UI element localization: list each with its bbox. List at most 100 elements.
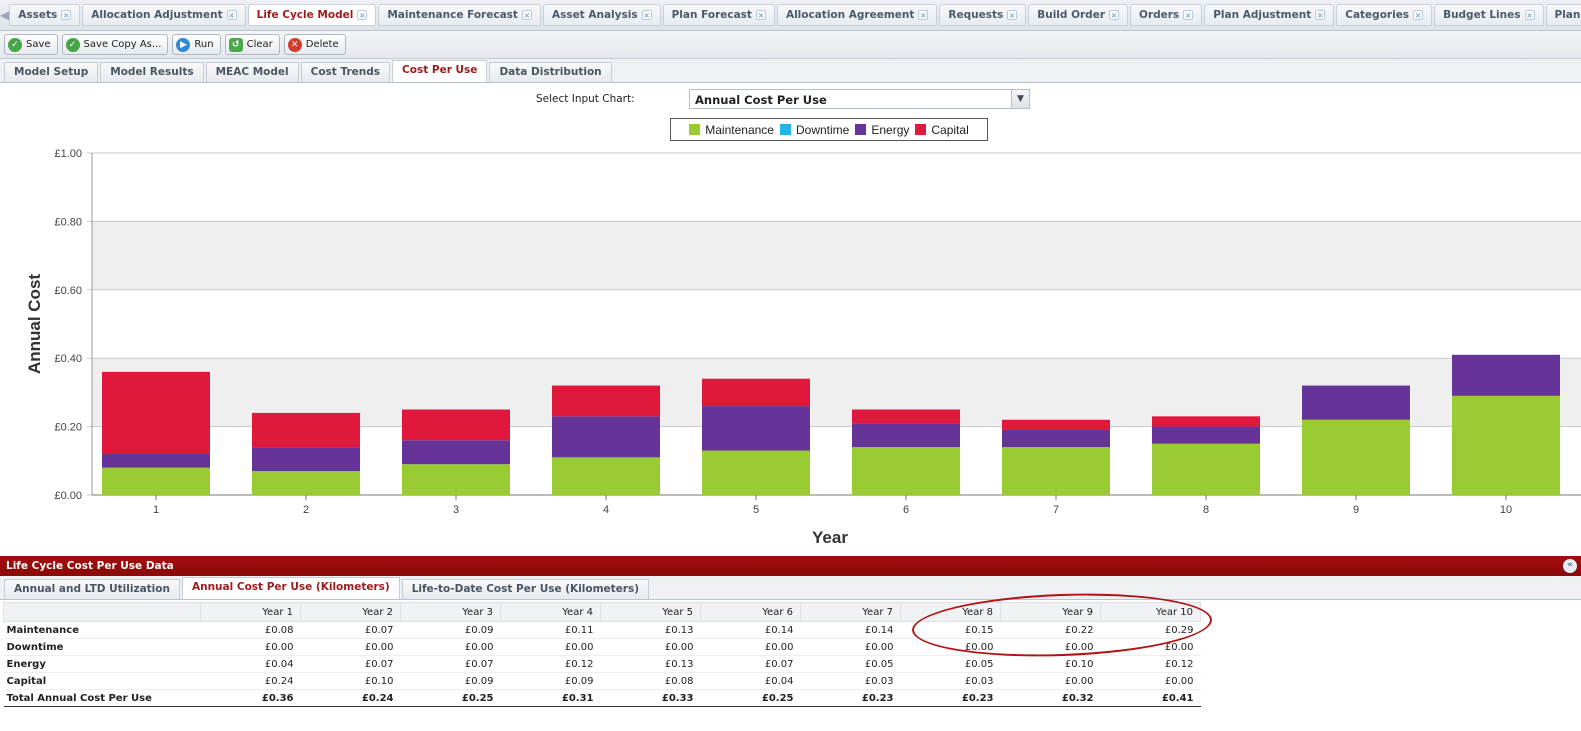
tab-requests[interactable]: Requests × [939, 4, 1027, 26]
clear-label: Clear [246, 39, 273, 50]
tab-allocation-agreement[interactable]: Allocation Agreement × [776, 4, 938, 26]
tab-plan-manager[interactable]: Plan Manager× [1545, 4, 1581, 26]
tab-plan-adjustment[interactable]: Plan Adjustment × [1204, 4, 1335, 26]
close-icon[interactable]: × [1524, 10, 1535, 20]
close-icon[interactable]: × [357, 10, 368, 20]
bar-maintenance [102, 467, 210, 495]
close-icon[interactable]: × [1007, 10, 1018, 20]
panel-tab-life-to-date-cost-per-use-kilometers[interactable]: Life-to-Date Cost Per Use (Kilometers) [401, 579, 650, 599]
close-icon[interactable]: × [918, 10, 929, 20]
x-tick-label: 1 [153, 504, 159, 516]
legend-swatch-energy [855, 124, 867, 135]
x-tick-label: 2 [303, 504, 309, 516]
table-cell: £0.00 [1100, 638, 1201, 656]
bar-energy [402, 440, 510, 465]
close-icon[interactable]: × [1413, 10, 1424, 20]
collapse-icon[interactable]: « [1563, 559, 1577, 573]
close-icon[interactable]: × [1315, 10, 1326, 20]
tab-data-distribution[interactable]: Data Distribution [489, 62, 612, 82]
close-icon[interactable]: × [1109, 10, 1120, 20]
table-cell: £0.00 [400, 638, 501, 656]
row-label: Maintenance [3, 621, 201, 639]
legend-label-capital: Capital [931, 122, 969, 137]
delete-icon: ✕ [287, 37, 302, 52]
table-cell: £0.12 [500, 655, 601, 673]
delete-button[interactable]: ✕ Delete [283, 34, 346, 55]
tab-cost-trends[interactable]: Cost Trends [300, 62, 391, 82]
cost-per-use-table: Year 1 Year 2 Year 3 Year 4 Year 5 Year 6 Year… [3, 602, 1201, 707]
tab-cost-per-use[interactable]: Cost Per Use [392, 60, 488, 82]
table-cell: £0.10 [1000, 655, 1101, 673]
table-cell: £0.03 [800, 672, 901, 690]
x-tick-label: 7 [1053, 504, 1059, 516]
tab-label: Allocation Adjustment [91, 9, 223, 21]
tab-model-results[interactable]: Model Results [100, 62, 204, 82]
y-tick-label: £1.00 [54, 148, 82, 160]
tab-label: Allocation Agreement [785, 9, 915, 21]
table-cell: £0.00 [1100, 672, 1201, 690]
tab-allocation-adjustment[interactable]: Allocation Adjustment × [82, 4, 246, 26]
tab-meac-model[interactable]: MEAC Model [205, 62, 299, 82]
table-header-cell: Year 2 [300, 602, 401, 622]
tab-label: Maintenance Forecast [387, 9, 518, 21]
scroll-left-arrow-icon[interactable]: ◀ [0, 8, 9, 22]
tab-label: Plan Manager [1554, 9, 1581, 21]
panel-tab-annual-and-ltd-utilization[interactable]: Annual and LTD Utilization [4, 579, 180, 599]
table-cell: £0.05 [800, 655, 901, 673]
annual-cost-chart: £0.00 £0.20 £0.40 £0.60 £0.80 £1.00 1 2 3 4 5 6 7 8 9 1… [25, 148, 1581, 547]
row-label: Capital [3, 672, 201, 690]
table-header-cell: Year 1 [200, 602, 301, 622]
table-cell: £0.00 [800, 638, 901, 656]
tab-label: Build Order [1037, 9, 1106, 21]
panel-tab-annual-cost-per-use-kilometers[interactable]: Annual Cost Per Use (Kilometers) [181, 577, 400, 599]
tab-categories[interactable]: Categories × [1336, 4, 1433, 26]
bar-energy [1152, 426, 1260, 444]
tab-assets[interactable]: Assets × [9, 4, 81, 26]
tab-budget-lines[interactable]: Budget Lines × [1434, 4, 1544, 26]
tab-label: Life Cycle Model [256, 9, 354, 21]
tab-plan-forecast[interactable]: Plan Forecast × [662, 4, 775, 26]
x-tick-label: 4 [603, 504, 609, 516]
save-button[interactable]: ✓ Save [4, 34, 58, 55]
table-total-row: Total Annual Cost Per Use £0.36 £0.24 £0.25… [3, 689, 1201, 707]
close-icon[interactable]: × [521, 10, 532, 20]
close-icon[interactable]: × [755, 10, 766, 20]
table-cell: £0.00 [600, 638, 701, 656]
x-tick-label: 3 [453, 504, 459, 516]
close-icon[interactable]: × [226, 10, 237, 20]
legend-swatch-capital [915, 124, 927, 135]
select-input-chart-label: Select Input Chart: [536, 93, 635, 105]
tab-model-setup[interactable]: Model Setup [4, 62, 99, 82]
table-cell: £0.14 [700, 621, 801, 639]
bar-capital [102, 371, 210, 454]
clear-button[interactable]: ↺ Clear [224, 34, 280, 55]
tab-asset-analysis[interactable]: Asset Analysis × [542, 4, 661, 26]
panel-header: Life Cycle Cost Per Use Data « [0, 556, 1581, 576]
tab-life-cycle-model[interactable]: Life Cycle Model × [247, 4, 377, 26]
table-cell: £0.13 [600, 621, 701, 639]
table-cell: £0.09 [500, 672, 601, 690]
bar-energy [1452, 354, 1560, 396]
close-icon[interactable]: × [1183, 10, 1194, 20]
table-cell: £0.11 [500, 621, 601, 639]
close-icon[interactable]: × [61, 10, 72, 20]
table-cell: £0.05 [900, 655, 1001, 673]
bar-maintenance [1302, 419, 1410, 495]
bar-capital [1152, 416, 1260, 427]
input-chart-select[interactable]: Annual Cost Per Use ▼ [689, 89, 1030, 109]
table-header-cell: Year 4 [500, 602, 601, 622]
tab-orders[interactable]: Orders × [1130, 4, 1203, 26]
table-cell: £0.24 [300, 689, 401, 707]
table-header-cell: Year 3 [400, 602, 501, 622]
bar-capital [252, 412, 360, 448]
tab-build-order[interactable]: Build Order × [1028, 4, 1129, 26]
close-icon[interactable]: × [641, 10, 652, 20]
chart-band [92, 153, 1581, 222]
table-cell: £0.13 [600, 655, 701, 673]
tab-maintenance-forecast[interactable]: Maintenance Forecast × [378, 4, 541, 26]
y-axis-title: Annual Cost [25, 274, 44, 374]
save-copy-as-button[interactable]: ✓ Save Copy As... [61, 34, 169, 55]
table-cell: £0.00 [300, 638, 401, 656]
chevron-down-icon[interactable]: ▼ [1011, 90, 1029, 108]
run-button[interactable]: ▶ Run [172, 34, 221, 55]
